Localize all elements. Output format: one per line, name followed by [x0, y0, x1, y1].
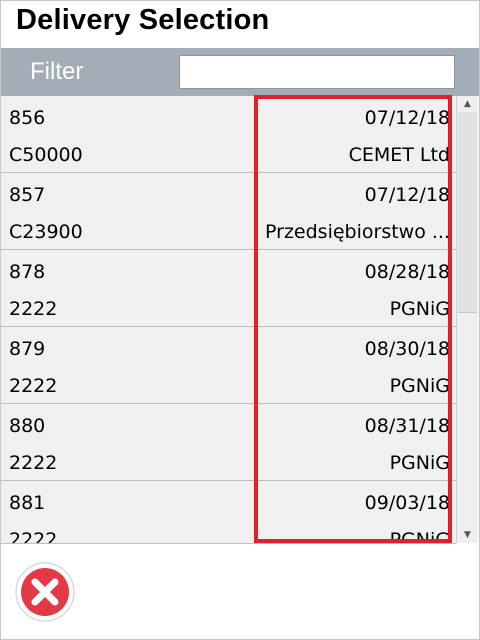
- table-row[interactable]: 880 08/31/18 2222 PGNiG: [1, 404, 456, 481]
- list-scrollbar[interactable]: ▲ ▼: [456, 96, 478, 543]
- page-title: Delivery Selection: [16, 4, 270, 36]
- delivery-name: PGNiG: [389, 452, 450, 474]
- delivery-code: 2222: [9, 529, 58, 544]
- table-row[interactable]: 881 09/03/18 2222 PGNiG: [1, 481, 456, 544]
- delivery-code: C50000: [9, 144, 83, 166]
- delivery-name: PGNiG: [389, 375, 450, 397]
- delivery-code: 2222: [9, 298, 58, 320]
- delivery-date: 07/12/18: [364, 184, 450, 206]
- table-row[interactable]: 879 08/30/18 2222 PGNiG: [1, 327, 456, 404]
- delivery-code: C23900: [9, 221, 83, 243]
- delivery-id: 881: [9, 492, 46, 514]
- delivery-name: CEMET Ltd: [348, 144, 450, 166]
- delivery-date: 08/30/18: [364, 338, 450, 360]
- delivery-date: 07/12/18: [364, 107, 450, 129]
- delivery-date: 08/28/18: [364, 261, 450, 283]
- table-row[interactable]: 878 08/28/18 2222 PGNiG: [1, 250, 456, 327]
- chevron-down-icon[interactable]: ▼: [457, 527, 478, 543]
- delivery-name: PGNiG: [389, 529, 450, 544]
- delivery-date: 08/31/18: [364, 415, 450, 437]
- chevron-up-icon[interactable]: ▲: [457, 96, 478, 112]
- delivery-id: 857: [9, 184, 46, 206]
- scrollbar-thumb[interactable]: [458, 112, 477, 313]
- delivery-list: 856 07/12/18 C50000 CEMET Ltd 857 07/12/…: [1, 96, 456, 544]
- delivery-id: 856: [9, 107, 46, 129]
- cancel-button[interactable]: [14, 561, 88, 623]
- delivery-id: 879: [9, 338, 46, 360]
- delivery-code: 2222: [9, 375, 58, 397]
- filter-bar: Filter: [1, 48, 479, 96]
- delivery-date: 09/03/18: [364, 492, 450, 514]
- close-circle-icon: [15, 562, 75, 622]
- delivery-name: PGNiG: [389, 298, 450, 320]
- delivery-id: 878: [9, 261, 46, 283]
- filter-label: Filter: [30, 58, 84, 85]
- delivery-name: Przedsiębiorstwo ...: [265, 221, 450, 243]
- filter-input[interactable]: [179, 55, 455, 89]
- delivery-id: 880: [9, 415, 46, 437]
- table-row[interactable]: 857 07/12/18 C23900 Przedsiębiorstwo ...: [1, 173, 456, 250]
- table-row[interactable]: 856 07/12/18 C50000 CEMET Ltd: [1, 96, 456, 173]
- delivery-code: 2222: [9, 452, 58, 474]
